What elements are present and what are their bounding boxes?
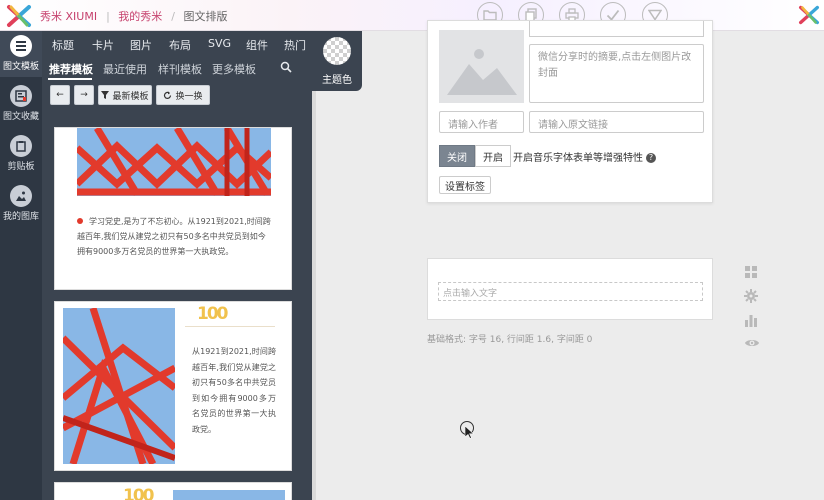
bridge-image: [173, 490, 285, 500]
help-icon[interactable]: ?: [646, 153, 656, 163]
subtab-recommended[interactable]: 推荐模板: [49, 61, 93, 77]
cover-image-placeholder[interactable]: [439, 30, 524, 103]
latest-label: 最新模板: [112, 91, 149, 102]
toggle-off-button[interactable]: 关闭: [439, 145, 475, 167]
rail-label: 图文模板: [2, 62, 39, 72]
title-input[interactable]: [529, 21, 704, 37]
grid-icon[interactable]: [744, 265, 760, 281]
brand-link[interactable]: 秀米 XIUMI: [40, 10, 97, 23]
breadcrumb: 秀米 XIUMI | 我的秀米 / 图文排版: [40, 10, 228, 23]
refresh-icon: [164, 91, 172, 99]
divider: [185, 326, 275, 327]
subtab-magazine[interactable]: 样刊模板: [158, 61, 202, 77]
source-link-input[interactable]: 请输入原文链接: [529, 111, 704, 133]
stats-icon[interactable]: [744, 313, 760, 329]
rail-item-clipboard[interactable]: 剪贴板: [0, 131, 42, 177]
rail-item-image-library[interactable]: 我的图库: [0, 181, 42, 227]
transparent-swatch-icon: [323, 37, 351, 65]
bridge-image: [63, 308, 175, 464]
theme-label: 主题色: [322, 75, 352, 86]
template-card[interactable]: 100: [54, 482, 292, 500]
active-tab-indicator: [48, 78, 92, 80]
rail-label: 图文收藏: [2, 112, 39, 122]
enhanced-feature-label: 开启音乐字体表单等增强特性?: [513, 149, 656, 164]
panel-splitter[interactable]: [312, 91, 316, 500]
rail-label: 我的图库: [2, 212, 39, 222]
xiumi-logo-right-icon: [799, 5, 819, 25]
shuffle-button[interactable]: 换一换: [156, 85, 210, 105]
mouse-pointer-icon: [465, 426, 474, 439]
card-text: 学习党史,是为了不忘初心。从1921到2021,时间跨越百年,我们党从建党之初只…: [77, 217, 271, 256]
tab-svg[interactable]: SVG: [208, 37, 231, 50]
theme-color-button[interactable]: 主题色: [312, 31, 362, 91]
subtab-recent[interactable]: 最近使用: [103, 61, 147, 77]
template-panel: 标题 卡片 图片 布局 SVG 组件 热门 推荐模板 最近使用 样刊模板 更多模…: [42, 31, 312, 500]
tab-popular[interactable]: 热门: [284, 37, 306, 53]
xiumi-logo-icon[interactable]: [6, 4, 32, 28]
anniversary-badge: 100: [123, 486, 154, 500]
subtabs: 推荐模板 最近使用 样刊模板 更多模板: [42, 57, 312, 80]
tab-title[interactable]: 标题: [52, 37, 74, 53]
toggle-on-button[interactable]: 开启: [475, 145, 511, 167]
format-info: 基础格式: 字号 16, 行间距 1.6, 字间距 0: [427, 335, 593, 345]
breadcrumb-current: 图文排版: [183, 10, 228, 23]
tab-component[interactable]: 组件: [246, 37, 268, 53]
set-tags-button[interactable]: 设置标签: [439, 176, 491, 194]
summary-textarea[interactable]: 微信分享时的摘要,点击左侧图片改封面: [529, 44, 704, 103]
tab-layout[interactable]: 布局: [169, 37, 191, 53]
rail-label: 剪贴板: [7, 162, 35, 172]
author-input[interactable]: 请输入作者: [439, 111, 524, 133]
search-icon[interactable]: [280, 61, 292, 73]
gear-icon[interactable]: [744, 289, 760, 305]
tab-image[interactable]: 图片: [130, 37, 152, 53]
left-rail: 图文模板 图文收藏 剪贴板 我的图库: [0, 31, 42, 500]
article-settings-card: 微信分享时的摘要,点击左侧图片改封面 请输入作者 请输入原文链接 关闭 开启 开…: [427, 20, 713, 203]
rail-item-favorites[interactable]: 图文收藏: [0, 81, 42, 127]
mountain-image-icon: [439, 30, 524, 103]
clipboard-icon: [10, 135, 32, 157]
editor-card: 点击输入文字: [427, 258, 713, 320]
text-input-area[interactable]: 点击输入文字: [438, 282, 703, 301]
category-tabs: 标题 卡片 图片 布局 SVG 组件 热门: [42, 31, 312, 55]
subtab-more[interactable]: 更多模板: [212, 61, 256, 77]
rail-item-templates[interactable]: 图文模板: [0, 31, 42, 77]
latest-templates-button[interactable]: 最新模板: [98, 85, 152, 105]
card-text: 从1921到2021,时间跨越百年,我们党从建党之初只有50多名中共党员到如今拥…: [192, 347, 276, 434]
favorites-icon: [10, 85, 32, 107]
shuffle-label: 换一换: [175, 91, 203, 102]
eye-icon[interactable]: [744, 337, 760, 353]
breadcrumb-my-xiumi[interactable]: 我的秀米: [118, 10, 162, 23]
template-list: 学习党史,是为了不忘初心。从1921到2021,时间跨越百年,我们党从建党之初只…: [54, 127, 292, 500]
template-card[interactable]: 100 从1921到2021,时间跨越百年,我们党从建党之初只有50多名中共党员…: [54, 301, 292, 471]
image-library-icon: [10, 185, 32, 207]
next-button[interactable]: →: [74, 85, 94, 105]
template-card[interactable]: 学习党史,是为了不忘初心。从1921到2021,时间跨越百年,我们党从建党之初只…: [54, 127, 292, 290]
prev-button[interactable]: ←: [50, 85, 70, 105]
tab-card[interactable]: 卡片: [92, 37, 114, 53]
bullet-icon: [77, 218, 83, 224]
filter-icon: [101, 91, 110, 99]
bridge-image: [77, 128, 271, 196]
list-icon: [10, 35, 32, 57]
anniversary-badge: 100: [197, 304, 228, 324]
